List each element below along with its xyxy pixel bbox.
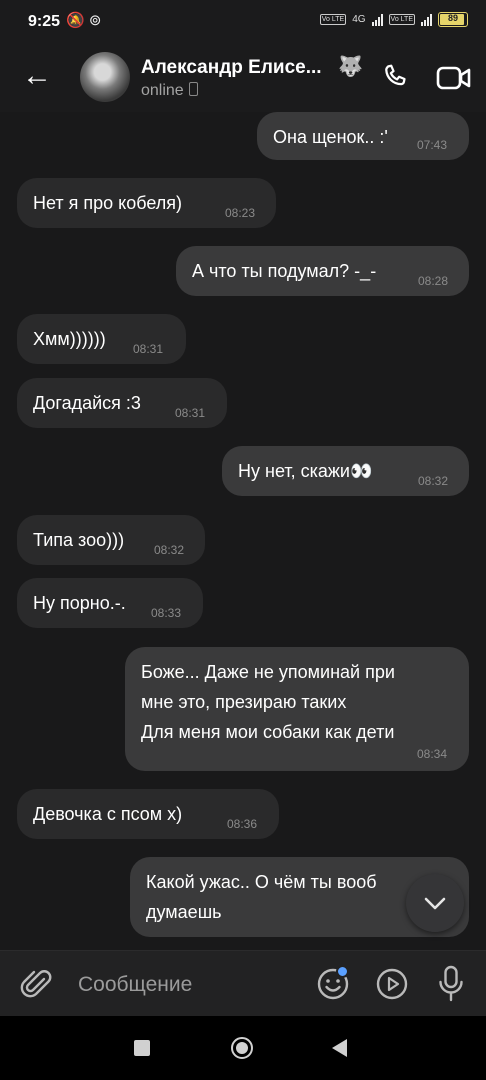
wolf-emoji: 🐺 xyxy=(338,56,363,78)
signal-bars-icon xyxy=(371,13,383,26)
message-text: Хмм)))))) xyxy=(33,329,106,349)
battery-icon: 89 xyxy=(438,12,468,27)
microphone-icon[interactable] xyxy=(437,965,465,1003)
recents-icon[interactable] xyxy=(134,1040,150,1056)
chevron-down-icon[interactable] xyxy=(406,874,464,932)
status-bar: 9:25 🔕 ⊚ Vo LTE 4G Vo LTE 89 xyxy=(0,0,486,44)
message-bubble-incoming[interactable]: Типа зоо))) 08:32 xyxy=(17,515,205,565)
battery-level: 89 xyxy=(447,13,458,23)
sync-icon: ⊚ xyxy=(88,12,102,29)
message-time: 08:32 xyxy=(154,543,185,557)
message-bubble-outgoing[interactable]: Боже... Даже не упоминай при мне это, пр… xyxy=(125,647,469,771)
message-text: Ну нет, скажи👀 xyxy=(238,461,373,481)
message-time: 08:36 xyxy=(227,817,258,831)
contact-name[interactable]: Александр Елисе... xyxy=(141,57,322,79)
chat-header: ← Александр Елисе... 🐺 online xyxy=(0,44,486,112)
message-text: Нет я про кобеля) xyxy=(33,193,183,213)
home-icon[interactable] xyxy=(231,1037,253,1059)
system-navigation-bar xyxy=(0,1016,486,1080)
message-input[interactable] xyxy=(76,969,300,1001)
message-bubble-incoming[interactable]: Хмм)))))) 08:31 xyxy=(17,314,186,364)
message-text: А что ты подумал? -_- xyxy=(192,261,377,281)
message-time: 08:34 xyxy=(417,747,448,761)
message-time: 07:43 xyxy=(417,138,448,152)
message-text: Какой ужас.. О чём ты вооб думаешь xyxy=(146,872,377,922)
avatar[interactable] xyxy=(80,52,130,102)
notification-dot xyxy=(336,965,349,978)
message-time: 08:31 xyxy=(175,406,206,420)
phone-icon[interactable] xyxy=(380,62,410,92)
message-time: 08:32 xyxy=(418,474,449,488)
message-bubble-incoming[interactable]: Девочка с псом х) 08:36 xyxy=(17,789,279,839)
signal-bars-icon-2 xyxy=(421,13,432,26)
message-time: 08:33 xyxy=(151,606,182,620)
network-type: 4G xyxy=(352,14,366,25)
message-time: 08:23 xyxy=(225,206,256,220)
mobile-device-icon xyxy=(188,82,198,96)
message-bubble-outgoing[interactable]: Она щенок.. :' 07:43 xyxy=(257,112,469,160)
message-text: Типа зоо))) xyxy=(33,530,125,550)
system-indicators: Vo LTE 4G Vo LTE 89 xyxy=(319,12,468,27)
contact-status: online xyxy=(141,82,198,100)
message-text: Она щенок.. :' xyxy=(273,127,388,147)
message-text: Девочка с псом х) xyxy=(33,804,183,824)
message-text: Ну порно.-. xyxy=(33,593,126,613)
status-time: 9:25 xyxy=(28,13,61,30)
status-text: online xyxy=(141,82,184,99)
bell-off-icon: 🔕 xyxy=(66,12,85,29)
message-bubble-incoming[interactable]: Догадайся :3 08:31 xyxy=(17,378,227,428)
volte-icon: Vo LTE xyxy=(319,14,347,25)
message-text: Догадайся :3 xyxy=(33,393,141,413)
message-composer xyxy=(0,950,486,1017)
play-circle-icon[interactable] xyxy=(375,967,409,1001)
message-bubble-outgoing[interactable]: А что ты подумал? -_- 08:28 xyxy=(176,246,469,296)
video-camera-icon[interactable] xyxy=(436,64,472,92)
message-bubble-incoming[interactable]: Нет я про кобеля) 08:23 xyxy=(17,178,276,228)
volte-icon-2: Vo LTE xyxy=(388,14,415,25)
message-bubble-outgoing[interactable]: Ну нет, скажи👀 08:32 xyxy=(222,446,469,496)
message-time: 08:28 xyxy=(418,274,449,288)
message-text: Боже... Даже не упоминай при мне это, пр… xyxy=(141,662,395,742)
message-list[interactable]: Она щенок.. :' 07:43 Нет я про кобеля) 0… xyxy=(0,112,486,950)
notification-icons: 🔕 ⊚ xyxy=(66,11,101,29)
paperclip-icon[interactable] xyxy=(20,967,54,1001)
message-time: 08:31 xyxy=(133,342,164,356)
back-triangle-icon[interactable] xyxy=(332,1039,347,1057)
message-bubble-incoming[interactable]: Ну порно.-. 08:33 xyxy=(17,578,203,628)
arrow-left-icon[interactable]: ← xyxy=(22,61,52,91)
